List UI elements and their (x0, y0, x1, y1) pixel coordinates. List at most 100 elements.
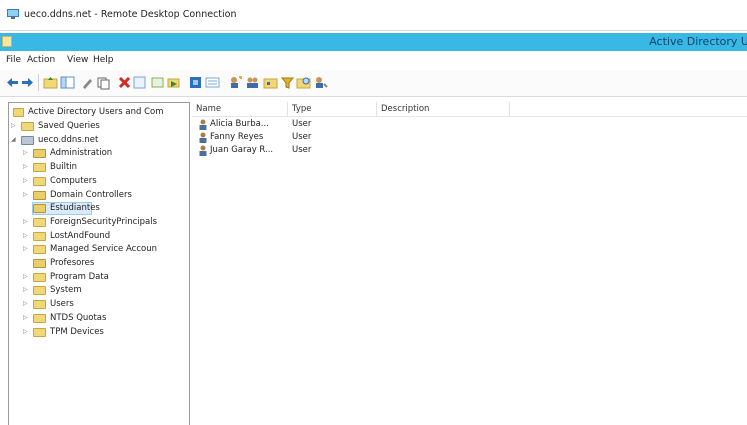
expand-arrow-icon[interactable]: ▷ (23, 149, 31, 156)
help-icon[interactable] (188, 75, 203, 90)
back-icon[interactable] (5, 75, 20, 90)
toolbar-separator (38, 74, 39, 91)
tree-item[interactable]: ▷ Administration (23, 148, 187, 160)
menu-bar: File Action View Help (0, 52, 747, 69)
folder-icon (33, 272, 46, 282)
tree-item-label: ForeignSecurityPrincipals (50, 216, 158, 227)
tree-item-label: Program Data (50, 271, 109, 282)
folder-icon (33, 313, 46, 323)
move-icon[interactable] (166, 75, 181, 90)
menu-action[interactable]: Action (27, 55, 55, 65)
tree-item-label: Profesores (50, 258, 95, 268)
expand-arrow-icon[interactable]: ▷ (23, 177, 31, 184)
delete-icon[interactable] (117, 75, 132, 90)
find-icon[interactable] (296, 75, 311, 90)
add-user-icon[interactable] (228, 75, 243, 90)
expand-arrow-icon[interactable]: ▷ (23, 245, 31, 252)
expand-arrow-icon[interactable]: ▷ (23, 163, 31, 170)
tree-item[interactable]: ▷ System (23, 285, 187, 297)
view-icon[interactable] (205, 75, 220, 90)
expand-arrow-icon[interactable]: ▷ (23, 232, 31, 239)
expand-arrow-icon[interactable]: ▷ (23, 218, 31, 225)
tree-item[interactable]: ▷ Saved Queries (11, 121, 187, 133)
tree-item[interactable]: ▷ Users (23, 299, 187, 311)
refresh-icon[interactable] (132, 75, 147, 90)
folder-icon (33, 217, 46, 227)
tree-item[interactable]: ▷ Managed Service Accoun (23, 244, 187, 256)
properties-icon[interactable] (80, 75, 95, 90)
menu-file[interactable]: File (6, 55, 21, 65)
folder-icon (33, 245, 46, 255)
tree-item-label: LostAndFound (50, 230, 111, 241)
tree-item[interactable]: ◢ ueco.ddns.net (11, 135, 187, 147)
filter-icon[interactable] (280, 75, 295, 90)
tree-item[interactable]: Profesores (23, 258, 187, 270)
console-tree-icon[interactable] (60, 75, 75, 90)
tree-item-label: Computers (50, 175, 97, 186)
tree-item[interactable]: Estudiantes (23, 202, 187, 216)
column-header-type[interactable]: Type (288, 102, 377, 116)
cell-type: User (292, 145, 312, 155)
mmc-title-bar[interactable]: Active Directory U (0, 33, 747, 51)
expand-arrow-icon[interactable]: ▷ (23, 273, 31, 280)
tree-item-label: Builtin (50, 162, 78, 173)
expand-arrow-icon[interactable]: ▷ (23, 191, 31, 198)
folder-icon (33, 176, 46, 186)
expand-arrow-icon[interactable]: ▷ (11, 122, 19, 129)
cell-name: Fanny Reyes (210, 132, 264, 142)
organizational-unit-icon (33, 149, 46, 159)
ad-root-icon (13, 108, 24, 117)
tree-item[interactable]: ▷ Builtin (23, 162, 187, 174)
cell-type: User (292, 132, 312, 142)
user-icon (199, 132, 207, 143)
console-tree[interactable]: Active Directory Users and Com ▷ Saved Qu… (8, 102, 190, 425)
tree-item-label: System (50, 285, 82, 296)
tree-item-label: Administration (50, 148, 113, 159)
export-icon[interactable] (150, 75, 165, 90)
domain-icon (21, 135, 34, 145)
mmc-title: Active Directory U (649, 35, 747, 48)
expanded-arrow-icon[interactable]: ◢ (11, 136, 19, 143)
menu-view[interactable]: View (67, 55, 88, 65)
tree-item[interactable]: ▷ Program Data (23, 272, 187, 284)
column-header-description[interactable]: Description (377, 102, 510, 116)
folder-icon (33, 231, 46, 241)
list-row[interactable]: Alicia Burba... User (192, 118, 747, 131)
menu-help[interactable]: Help (93, 55, 114, 65)
tree-item[interactable]: ▷ Computers (23, 176, 187, 188)
tree-item[interactable]: ▷ NTDS Quotas (23, 313, 187, 325)
column-header-name[interactable]: Name (192, 102, 288, 116)
expand-arrow-icon[interactable]: ▷ (23, 300, 31, 307)
tree-item[interactable]: ▷ TPM Devices (23, 327, 187, 339)
organizational-unit-icon (33, 259, 46, 268)
rdp-title-bar[interactable]: ueco.ddns.net - Remote Desktop Connectio… (0, 0, 747, 31)
user-icon (199, 145, 207, 156)
tree-item-label: Estudiantes (50, 203, 100, 214)
copy-icon[interactable] (96, 75, 111, 90)
details-list[interactable]: Name Type Description Alicia Burba... Use… (192, 102, 747, 425)
add-to-group-icon[interactable] (313, 75, 328, 90)
expand-arrow-icon[interactable]: ▷ (23, 314, 31, 321)
tree-item[interactable]: ▷ Domain Controllers (23, 190, 187, 202)
folder-icon (21, 122, 34, 131)
rdp-title: ueco.ddns.net - Remote Desktop Connectio… (24, 9, 237, 20)
up-folder-icon[interactable] (43, 75, 58, 90)
tree-item-label: ueco.ddns.net (38, 134, 99, 145)
list-row[interactable]: Fanny Reyes User (192, 131, 747, 144)
tree-item[interactable]: ▷ LostAndFound (23, 231, 187, 243)
add-ou-icon[interactable] (263, 75, 278, 90)
organizational-unit-icon (33, 204, 46, 214)
add-group-icon[interactable] (245, 75, 260, 90)
user-icon (199, 119, 207, 130)
mmc-app-icon (2, 36, 12, 47)
list-row[interactable]: Juan Garay R... User (192, 144, 747, 157)
header-divider (192, 116, 747, 117)
expand-arrow-icon[interactable]: ▷ (23, 286, 31, 293)
tree-item-label: Managed Service Accoun (50, 244, 157, 255)
tree-root[interactable]: Active Directory Users and Com (11, 107, 189, 119)
tree-item[interactable]: ▷ ForeignSecurityPrincipals (23, 217, 187, 229)
folder-icon (33, 286, 46, 296)
tree-item-label: Saved Queries (38, 121, 100, 131)
expand-arrow-icon[interactable]: ▷ (23, 328, 31, 335)
forward-icon[interactable] (20, 75, 35, 90)
